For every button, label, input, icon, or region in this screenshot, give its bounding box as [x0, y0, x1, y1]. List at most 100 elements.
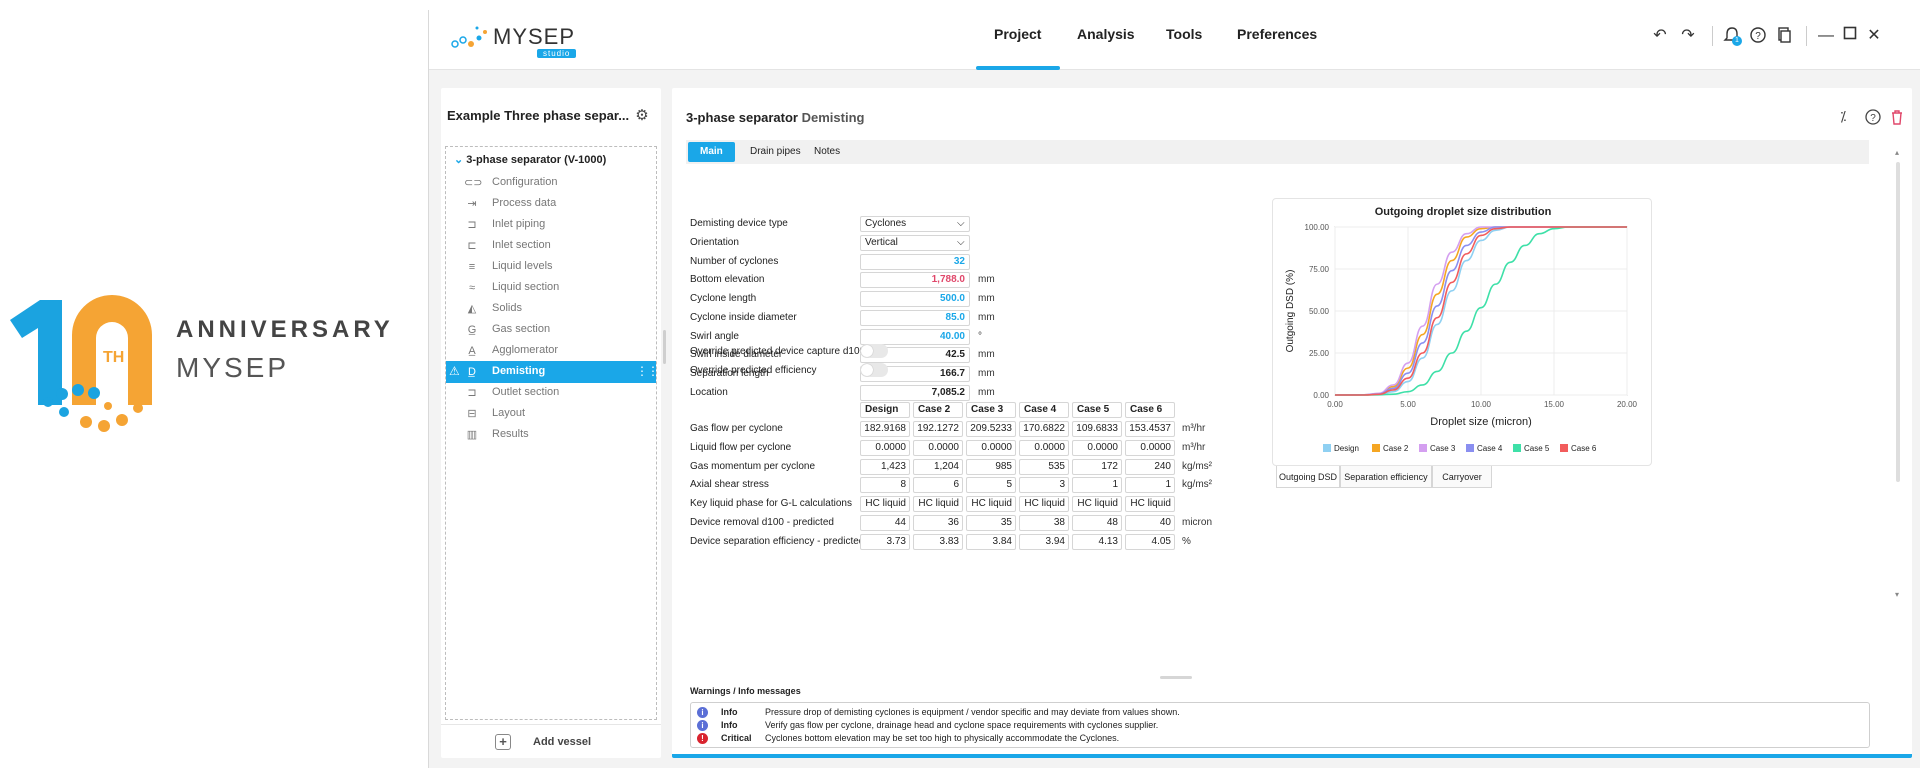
table-cell: 3: [1019, 477, 1069, 493]
demisting-icon: D̲: [468, 366, 476, 378]
tab-notes[interactable]: Notes: [802, 142, 852, 162]
copy-icon[interactable]: [1774, 26, 1794, 46]
table-cell: 182.9168: [860, 421, 910, 437]
sidebar-item-gas-section[interactable]: G̲ Gas section: [446, 319, 656, 341]
configuration-icon: ⊂⊃: [464, 177, 483, 189]
sidebar-item-results[interactable]: ▥ Results: [446, 424, 656, 446]
table-row-label: Gas momentum per cyclone: [690, 461, 816, 472]
table-cell: 6: [913, 477, 963, 493]
sidebar-item-configuration[interactable]: ⊂⊃ Configuration: [446, 172, 656, 194]
legend-swatch: [1372, 444, 1380, 452]
menu-tools[interactable]: Tools: [1166, 26, 1202, 42]
sidebar-item-process-data[interactable]: ⇥ Process data: [446, 193, 656, 215]
field-input[interactable]: 40.00: [860, 329, 970, 345]
sidebar-item-layout[interactable]: ⊟ Layout: [446, 403, 656, 425]
chart-tab-separation-efficiency[interactable]: Separation efficiency: [1340, 466, 1432, 488]
minimize-icon[interactable]: —: [1816, 26, 1836, 46]
top-bar: MYSEP studio Project Analysis Tools Pref…: [429, 10, 1920, 70]
svg-text:?: ?: [1870, 113, 1876, 124]
undo-icon[interactable]: ↶: [1650, 26, 1670, 46]
chevron-down-icon[interactable]: ⌄: [454, 154, 463, 166]
field-input[interactable]: 85.0: [860, 310, 970, 326]
add-vessel-label: Add vessel: [533, 736, 592, 748]
sidebar-item-liquid-section[interactable]: ≈ Liquid section: [446, 277, 656, 299]
field-value: 42.5: [945, 349, 965, 360]
table-cell: 1,423: [860, 459, 910, 475]
inlet-section-icon: ⊏: [467, 240, 477, 252]
add-vessel-button[interactable]: + Add vessel: [441, 724, 661, 758]
info-icon: i: [697, 707, 708, 718]
y-axis-label: Outgoing DSD (%): [1285, 270, 1296, 353]
override-d100-label: Override predicted device capture d100: [690, 346, 866, 357]
tab-main[interactable]: Main: [688, 142, 735, 162]
help-icon[interactable]: ?: [1748, 26, 1768, 46]
override-efficiency-label: Override predicted efficiency: [690, 365, 817, 376]
sidebar-item-demisting[interactable]: ⚠ D̲ Demisting ⋮⋮: [446, 361, 659, 383]
override-d100-toggle[interactable]: [860, 344, 888, 358]
table-header: Design: [860, 402, 910, 418]
field-input[interactable]: 500.0: [860, 291, 970, 307]
override-efficiency-toggle[interactable]: [860, 363, 888, 377]
percent-toggle-icon[interactable]: ⁒: [1840, 108, 1858, 126]
help-icon[interactable]: ?: [1864, 108, 1882, 126]
sidebar-item-solids[interactable]: ◭ Solids: [446, 298, 656, 320]
scrollbar-thumb[interactable]: [1896, 162, 1900, 482]
field-label: Cyclone inside diameter: [690, 312, 797, 323]
sidebar-item-outlet-section[interactable]: ⊐ Outlet section: [446, 382, 656, 404]
field-value: 40.00: [939, 331, 965, 342]
outgoing-dsd-chart: Outgoing droplet size distribution 0.00 25…: [1285, 206, 1638, 453]
sidebar-item-inlet-piping[interactable]: ⊐ Inlet piping: [446, 214, 656, 236]
table-row-label: Axial shear stress: [690, 479, 769, 490]
field-input[interactable]: 7,085.2: [860, 385, 970, 401]
warning-row: i Info Pressure drop of demisting cyclon…: [691, 706, 1861, 720]
field-label: Swirl angle: [690, 331, 739, 342]
table-cell: 3.84: [966, 534, 1016, 550]
drag-handle-icon[interactable]: ⋮⋮: [636, 364, 659, 378]
warning-text: Cyclones bottom elevation may be set too…: [765, 733, 1120, 743]
field-value: 7,085.2: [931, 387, 965, 398]
table-cell: 0.0000: [913, 440, 963, 456]
table-row-unit: m³/hr: [1182, 423, 1206, 434]
x-tick-label: 5.00: [1400, 400, 1416, 409]
menu-project[interactable]: Project: [994, 26, 1041, 42]
anniversary-line2: MYSEP: [176, 352, 290, 383]
menu-analysis[interactable]: Analysis: [1077, 26, 1135, 42]
sidebar-item-agglomerator[interactable]: A̲ Agglomerator: [446, 340, 656, 362]
panel-title-main: 3-phase separator: [686, 110, 798, 125]
table-cell: 4.13: [1072, 534, 1122, 550]
legend-label: Case 2: [1383, 444, 1409, 453]
bell-icon[interactable]: 1: [1722, 26, 1742, 46]
horizontal-scrollbar-thumb[interactable]: [1160, 676, 1192, 679]
outgoing-dsd-chart-card: Outgoing droplet size distribution 0.00 25…: [1272, 198, 1652, 466]
chart-tab-outgoing-dsd[interactable]: Outgoing DSD: [1276, 466, 1340, 488]
table-cell: HC liquid: [1019, 496, 1069, 512]
sidebar-item-label: Gas section: [492, 323, 551, 335]
scroll-down-icon[interactable]: ▾: [1895, 590, 1899, 599]
field-select[interactable]: Cyclones: [860, 216, 970, 232]
tree-root-vessel[interactable]: ⌄ 3-phase separator (V-1000): [454, 153, 606, 166]
chart-tab-carryover[interactable]: Carryover: [1432, 466, 1492, 488]
menu-preferences[interactable]: Preferences: [1237, 26, 1317, 42]
trash-icon[interactable]: [1888, 108, 1906, 126]
anniversary-logo: TH ANNIVERSARY MYSEP: [0, 280, 420, 450]
table-cell: 36: [913, 515, 963, 531]
sidebar-item-liquid-levels[interactable]: ≡ Liquid levels: [446, 256, 656, 278]
mysep-studio-logo[interactable]: MYSEP studio: [447, 18, 597, 62]
table-cell: 0.0000: [966, 440, 1016, 456]
anniversary-suffix: TH: [103, 349, 124, 366]
field-input[interactable]: 32: [860, 254, 970, 270]
maximize-icon[interactable]: [1840, 26, 1860, 46]
table-cell: 172: [1072, 459, 1122, 475]
sidebar-item-inlet-section[interactable]: ⊏ Inlet section: [446, 235, 656, 257]
table-cell: 48: [1072, 515, 1122, 531]
redo-icon[interactable]: ↷: [1678, 26, 1698, 46]
close-icon[interactable]: ✕: [1864, 26, 1884, 46]
field-select[interactable]: Vertical: [860, 235, 970, 251]
field-unit: mm: [978, 387, 995, 398]
sidebar-resize-handle[interactable]: [663, 330, 666, 364]
scroll-up-icon[interactable]: ▴: [1895, 148, 1899, 157]
gear-icon[interactable]: ⚙: [633, 106, 651, 124]
vertical-scrollbar[interactable]: ▴ ▾: [1895, 148, 1901, 628]
field-input[interactable]: 1,788.0: [860, 272, 970, 288]
x-tick-label: 0.00: [1327, 400, 1343, 409]
